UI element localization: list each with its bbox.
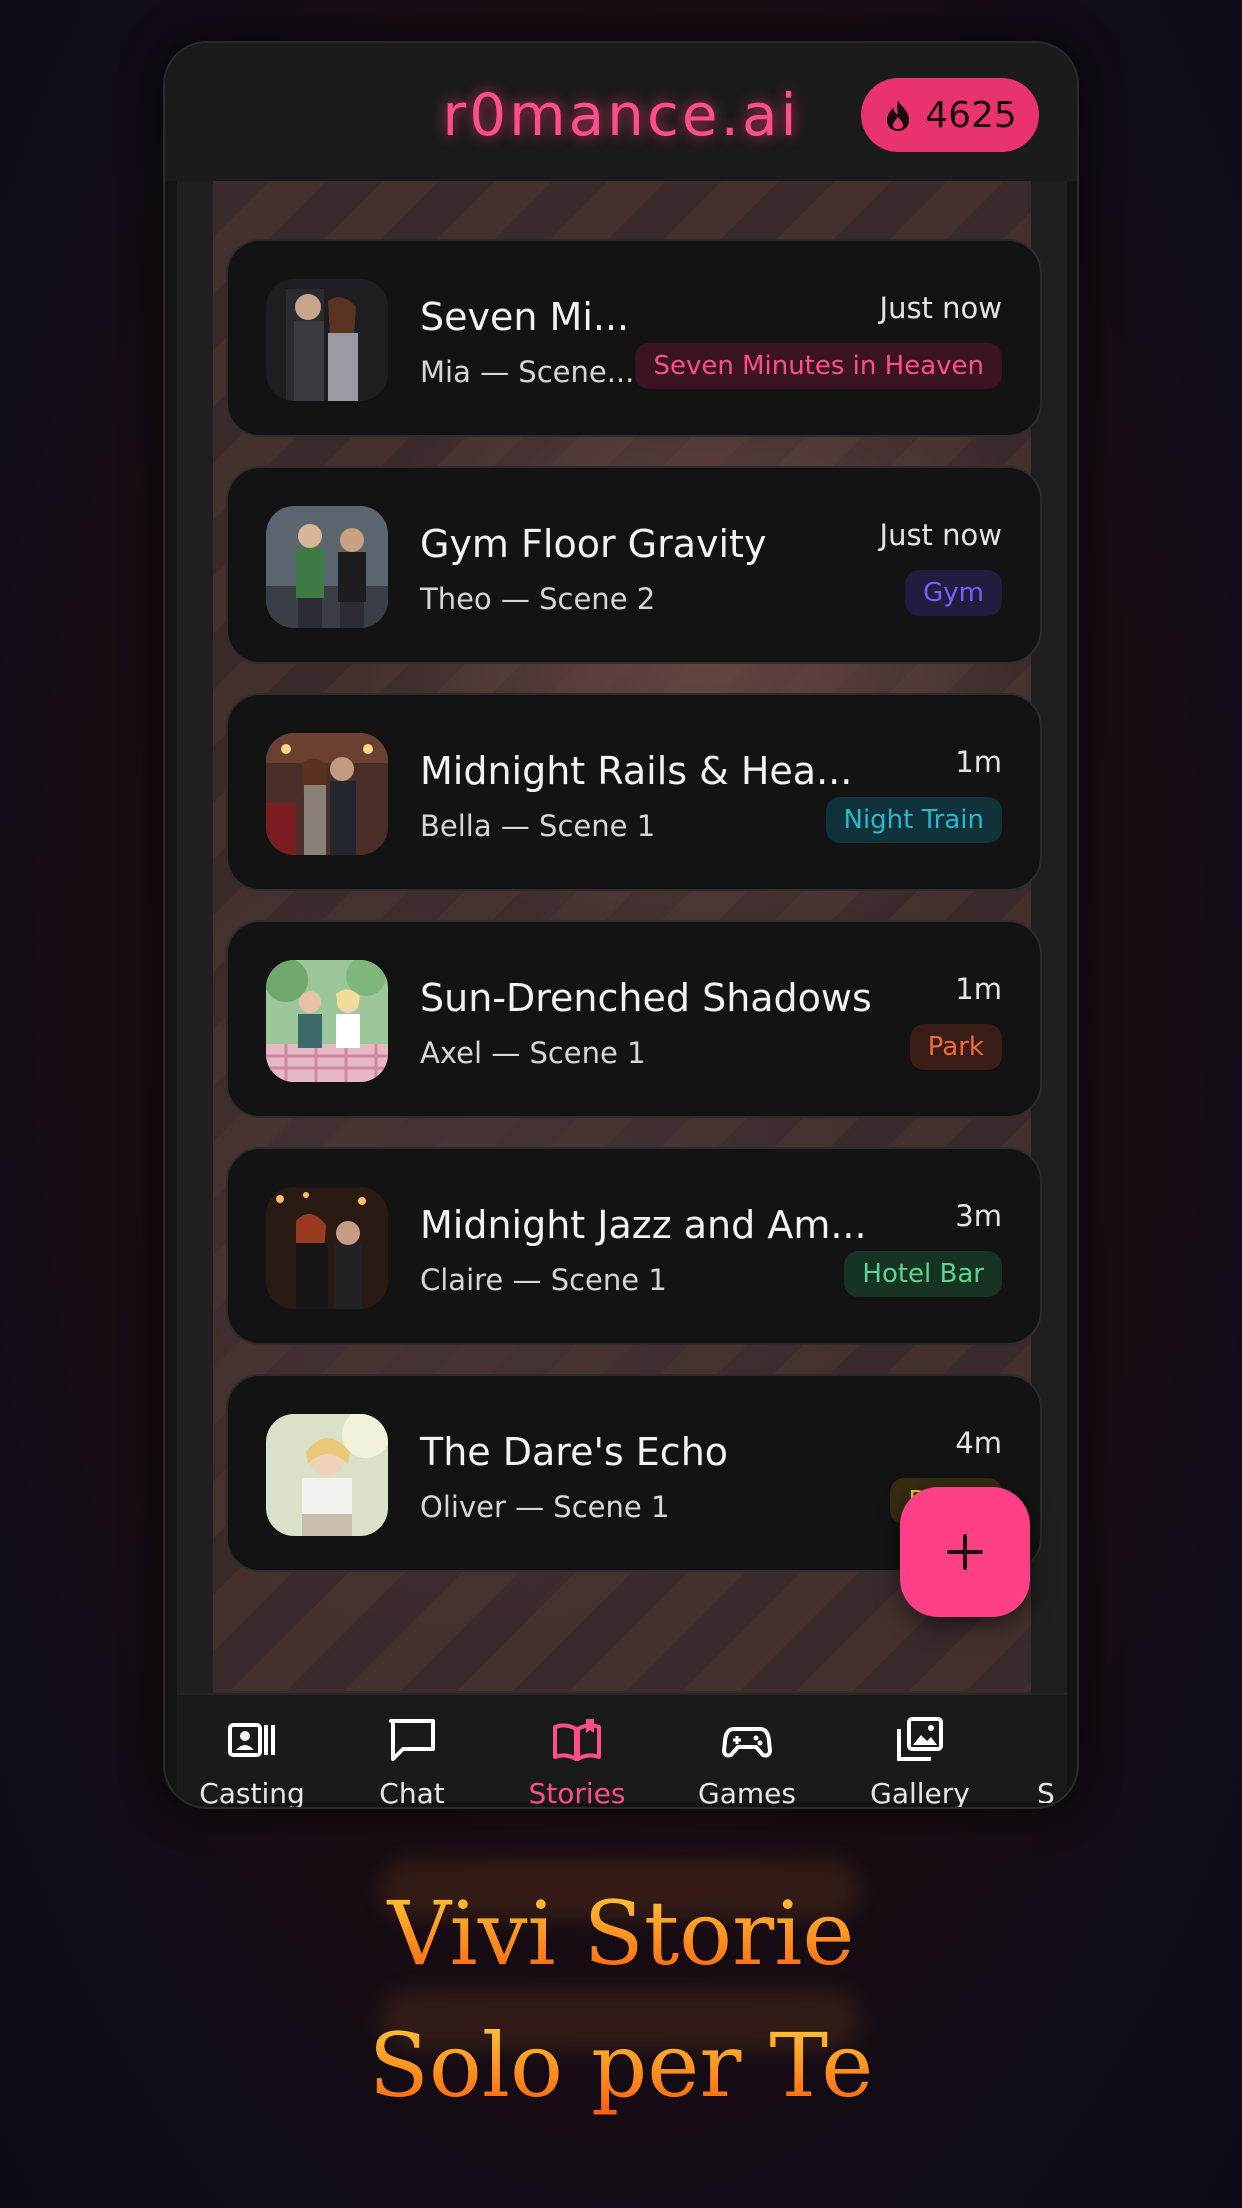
story-time: 1m — [955, 745, 1002, 779]
story-title: Midnight Jazz and Am... — [420, 1203, 867, 1247]
story-subtitle: Axel — Scene 1 — [420, 1036, 646, 1070]
open-book-icon — [553, 1719, 601, 1761]
story-title: Seven Mi... — [420, 295, 630, 339]
story-subtitle: Oliver — Scene 1 — [420, 1490, 670, 1524]
nav-more-label: S — [1037, 1777, 1055, 1803]
story-title: Midnight Rails & Hea... — [420, 749, 853, 793]
nav-more[interactable]: S — [1037, 1695, 1067, 1803]
nav-casting-label: Casting — [199, 1777, 305, 1809]
story-card[interactable]: Midnight Jazz and Am... Claire — Scene 1… — [226, 1147, 1042, 1345]
story-time: Just now — [879, 518, 1002, 552]
story-time: Just now — [879, 291, 1002, 325]
id-card-icon — [228, 1723, 275, 1757]
story-thumbnail — [266, 960, 388, 1082]
story-thumbnail — [266, 1414, 388, 1536]
phone-frame: r0mance.ai 4625 Seven Mi... Mia — Scene.… — [163, 41, 1079, 1809]
nav-casting[interactable]: Casting — [199, 1695, 305, 1807]
story-time: 4m — [955, 1426, 1002, 1460]
story-title: The Dare's Echo — [420, 1430, 729, 1474]
story-tag: Gym — [905, 570, 1002, 616]
gallery-icon — [897, 1717, 943, 1761]
nav-games[interactable]: Games — [697, 1695, 797, 1807]
story-card[interactable]: Gym Floor Gravity Theo — Scene 2 Just no… — [226, 466, 1042, 664]
story-card[interactable]: Midnight Rails & Hea... Bella — Scene 1 … — [226, 693, 1042, 891]
flame-icon — [887, 100, 910, 131]
chat-bubble-icon — [389, 1719, 435, 1761]
nav-gallery-label: Gallery — [870, 1777, 970, 1809]
tagline-line1: Vivi Storie — [0, 1882, 1242, 1985]
story-subtitle: Mia — Scene... — [420, 355, 635, 389]
story-thumbnail — [266, 1187, 388, 1309]
story-tag: Night Train — [825, 797, 1002, 843]
credits-count: 4625 — [925, 94, 1017, 136]
story-subtitle: Bella — Scene 1 — [420, 809, 656, 843]
nav-chat[interactable]: Chat — [372, 1695, 452, 1807]
story-time: 1m — [955, 972, 1002, 1006]
story-subtitle: Claire — Scene 1 — [420, 1263, 667, 1297]
story-title: Gym Floor Gravity — [420, 522, 767, 566]
nav-stories[interactable]: Stories — [527, 1695, 627, 1807]
story-title: Sun-Drenched Shadows — [420, 976, 872, 1020]
app-header: r0mance.ai 4625 — [165, 43, 1077, 181]
story-time: 3m — [955, 1199, 1002, 1233]
gamepad-icon — [722, 1727, 772, 1758]
bottom-nav: Casting Chat Stories Games Gallery S — [177, 1693, 1067, 1807]
story-tag: Hotel Bar — [844, 1251, 1002, 1297]
story-tag: Park — [909, 1024, 1002, 1070]
nav-chat-label: Chat — [379, 1777, 445, 1809]
credits-badge[interactable]: 4625 — [861, 78, 1039, 152]
stories-list[interactable]: Seven Mi... Mia — Scene... Just now Seve… — [177, 181, 1067, 1693]
story-tag: Seven Minutes in Heaven — [635, 343, 1002, 389]
story-card[interactable]: Sun-Drenched Shadows Axel — Scene 1 1m P… — [226, 920, 1042, 1118]
story-thumbnail — [266, 733, 388, 855]
tagline-line2: Solo per Te — [0, 2014, 1242, 2117]
story-card[interactable]: Seven Mi... Mia — Scene... Just now Seve… — [226, 239, 1042, 437]
story-thumbnail — [266, 279, 388, 401]
plus-icon — [947, 1534, 983, 1570]
add-story-button[interactable] — [900, 1487, 1030, 1617]
nav-gallery[interactable]: Gallery — [865, 1695, 975, 1807]
nav-games-label: Games — [698, 1777, 796, 1809]
story-subtitle: Theo — Scene 2 — [420, 582, 656, 616]
story-thumbnail — [266, 506, 388, 628]
nav-stories-label: Stories — [528, 1777, 626, 1809]
